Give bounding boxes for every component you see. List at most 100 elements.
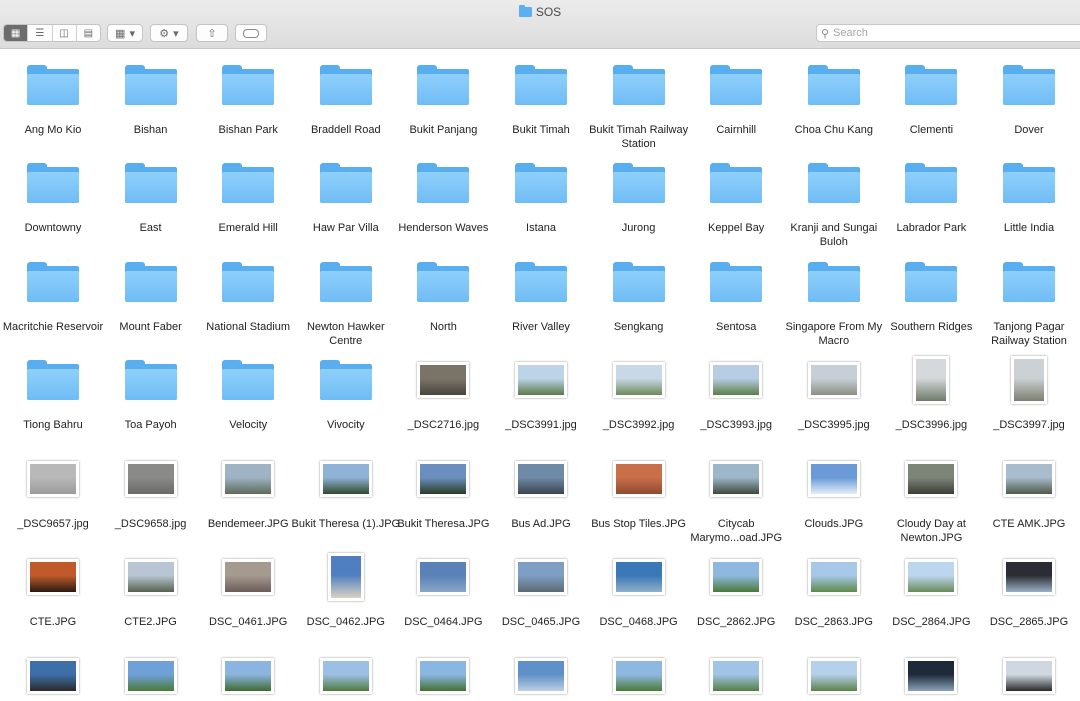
share-button[interactable]: ⇧	[196, 24, 228, 42]
image-thumbnail-icon	[394, 552, 492, 602]
folder-icon	[590, 60, 688, 110]
file-name-label: Haw Par Villa	[312, 222, 379, 234]
image-thumbnail-icon	[687, 552, 785, 602]
folder-icon	[590, 257, 688, 307]
folder-icon	[199, 355, 297, 405]
file-name-label: Sengkang	[613, 321, 664, 333]
folder-icon	[980, 158, 1078, 208]
image-thumbnail-icon	[297, 552, 395, 602]
file-name-label: East	[139, 222, 162, 234]
file-name-label: Toa Payoh	[124, 419, 177, 431]
folder-icon	[297, 60, 395, 110]
image-thumbnail-icon	[980, 454, 1078, 504]
file-name-label: Bukit Timah	[512, 124, 570, 136]
folder-icon	[102, 60, 200, 110]
tags-button[interactable]	[235, 24, 267, 42]
image-thumbnail-icon	[785, 454, 883, 504]
file-name-label: DSC_2865.JPG	[989, 616, 1069, 628]
grid-icon: ▦	[115, 27, 126, 40]
folder-icon	[4, 158, 102, 208]
image-thumbnail-icon	[199, 552, 297, 602]
search-input[interactable]: ⚲ Search	[816, 24, 1080, 42]
image-thumbnail-icon	[199, 651, 297, 701]
file-name-label: River Valley	[512, 321, 570, 333]
image-thumbnail-icon	[492, 552, 590, 602]
folder-icon	[199, 60, 297, 110]
list-view-icon[interactable]: ☰	[28, 25, 53, 41]
file-name-label: Bukit Theresa.JPG	[397, 518, 490, 530]
folder-icon	[785, 158, 883, 208]
folder-icon	[785, 60, 883, 110]
file-name-label: DSC_0468.JPG	[599, 616, 678, 628]
file-name-label: Macritchie Reservoir	[2, 321, 104, 333]
file-name-label: DSC_0464.JPG	[404, 616, 483, 628]
folder-icon	[102, 158, 200, 208]
file-name-label: DSC_2863.JPG	[794, 616, 873, 628]
action-button[interactable]: ⚙ ▾	[150, 24, 188, 42]
window-title: SOS	[0, 5, 1080, 19]
file-name-label: Kranji and Sungai Buloh	[790, 222, 878, 248]
image-thumbnail-icon	[199, 454, 297, 504]
file-name-label: North	[429, 321, 457, 333]
column-view-icon[interactable]: ◫	[53, 25, 77, 41]
image-thumbnail-icon	[980, 552, 1078, 602]
file-name-label: Bishan Park	[218, 124, 278, 136]
folder-icon	[590, 158, 688, 208]
file-name-label: CTE.JPG	[29, 616, 77, 628]
file-name-label: _DSC9658.jpg	[114, 518, 187, 530]
folder-icon	[518, 5, 532, 17]
file-name-label: DSC_2864.JPG	[892, 616, 971, 628]
file-name-label: _DSC9657.jpg	[17, 518, 89, 530]
file-name-label: Ang Mo Kio	[24, 124, 82, 136]
file-name-label: _DSC3997.jpg	[993, 419, 1065, 431]
file-name-label: _DSC2716.jpg	[407, 419, 480, 431]
file-name-label: Cloudy Day at Newton.JPG	[896, 518, 966, 544]
icon-view-icon[interactable]: ▦	[4, 25, 29, 41]
folder-icon	[882, 60, 980, 110]
file-name-label: Clementi	[909, 124, 954, 136]
file-name-label: Tanjong Pagar Railway Station	[991, 321, 1067, 347]
file-name-label: Newton Hawker Centre	[306, 321, 385, 347]
image-thumbnail-icon	[882, 355, 980, 405]
image-thumbnail-icon	[4, 552, 102, 602]
image-thumbnail-icon	[492, 454, 590, 504]
window-titlebar: SOS ▦ ☰ ◫ ▤ ▦ ▾ ⚙ ▾ ⇧ ⚲ Search	[0, 0, 1080, 49]
image-thumbnail-icon	[687, 651, 785, 701]
folder-icon	[492, 158, 590, 208]
search-placeholder: Search	[833, 27, 868, 39]
file-name-label: DSC_0462.JPG	[306, 616, 385, 628]
folder-icon	[492, 60, 590, 110]
image-thumbnail-icon	[394, 355, 492, 405]
file-name-label: Velocity	[229, 419, 268, 431]
image-thumbnail-icon	[882, 651, 980, 701]
file-name-label: Istana	[526, 222, 556, 234]
folder-icon	[4, 257, 102, 307]
file-name-label: Citycab Marymo...oad.JPG	[690, 518, 783, 544]
file-name-label: _DSC3996.jpg	[895, 419, 968, 431]
tag-icon	[243, 28, 259, 38]
file-name-label: Vivocity	[326, 419, 365, 431]
image-thumbnail-icon	[492, 651, 590, 701]
folder-icon	[785, 257, 883, 307]
file-name-label: Mount Faber	[119, 321, 182, 333]
image-thumbnail-icon	[394, 651, 492, 701]
image-thumbnail-icon	[492, 355, 590, 405]
gallery-view-icon[interactable]: ▤	[77, 25, 100, 41]
file-name-label: CTE2.JPG	[124, 616, 177, 628]
group-by-button[interactable]: ▦ ▾	[107, 24, 143, 42]
file-grid: Ang Mo Kio Bishan Bishan Park Braddell Road…	[0, 50, 1080, 694]
folder-icon	[687, 158, 785, 208]
folder-icon	[102, 355, 200, 405]
file-name-label: _DSC3991.jpg	[505, 419, 577, 431]
image-thumbnail-icon	[882, 552, 980, 602]
view-mode-segmented-control[interactable]: ▦ ☰ ◫ ▤	[3, 24, 101, 42]
file-name-label: Bus Ad.JPG	[511, 518, 571, 530]
image-thumbnail-icon	[102, 552, 200, 602]
image-thumbnail-icon	[980, 355, 1078, 405]
file-name-label: Sentosa	[716, 321, 757, 333]
file-name-label: Bendemeer.JPG	[207, 518, 289, 530]
folder-icon	[199, 158, 297, 208]
folder-icon	[297, 158, 395, 208]
file-name-label: Dover	[1014, 124, 1044, 136]
window-title-text: SOS	[535, 5, 562, 19]
